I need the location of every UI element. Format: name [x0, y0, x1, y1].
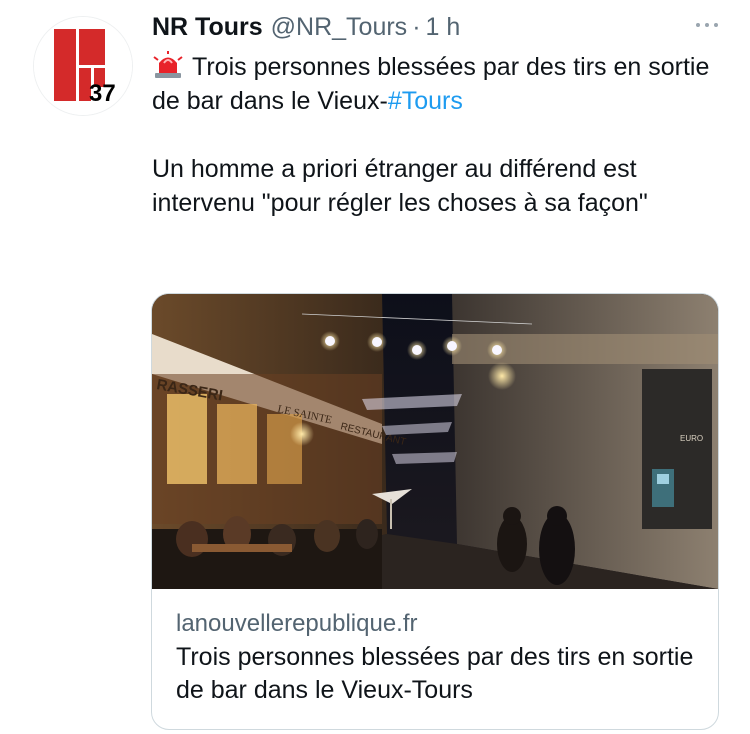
- avatar[interactable]: 37: [33, 16, 133, 116]
- siren-emoji-icon: [153, 51, 183, 78]
- author-name[interactable]: NR Tours: [152, 13, 263, 42]
- link-card[interactable]: RASSERI LE SAINTE RESTAURANT EURO lanouv…: [151, 293, 719, 730]
- hashtag-link[interactable]: #Tours: [388, 87, 463, 115]
- tweet-header: NR Tours @NR_Tours · 1 h: [152, 10, 720, 44]
- author-handle[interactable]: @NR_Tours: [271, 13, 408, 42]
- card-domain: lanouvellerepublique.fr: [176, 610, 418, 637]
- tweet-text: Trois personnes blessées par des tirs en…: [152, 50, 722, 220]
- tweet-timestamp[interactable]: 1 h: [426, 13, 461, 42]
- tweet-body: Un homme a priori étranger au différend …: [152, 155, 648, 217]
- logo-number: 37: [89, 80, 116, 107]
- more-options-icon[interactable]: [692, 18, 722, 32]
- card-title[interactable]: Trois personnes blessées par des tirs en…: [176, 641, 694, 707]
- separator-dot: ·: [412, 12, 421, 41]
- tweet-headline: Trois personnes blessées par des tirs en…: [152, 50, 722, 118]
- nr-tours-logo: 37: [34, 17, 132, 115]
- article-image[interactable]: RASSERI LE SAINTE RESTAURANT EURO: [152, 294, 718, 589]
- sign-text-4: EURO: [680, 434, 703, 443]
- card-meta: lanouvellerepublique.fr Trois personnes …: [152, 589, 718, 707]
